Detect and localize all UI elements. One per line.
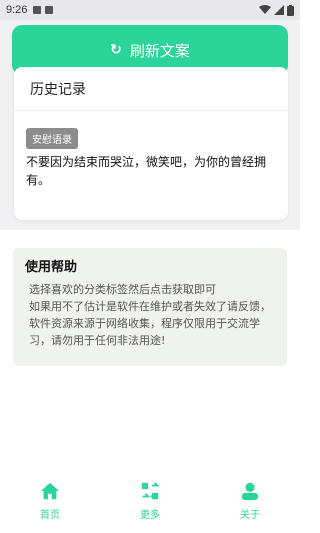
help-title: 使用帮助: [25, 260, 78, 275]
status-bar: 9:26: [0, 0, 300, 20]
help-line: 选择喜欢的分类标签然后点击获取即可: [29, 283, 216, 296]
history-card: 历史记录 安慰语录 不要因为结束而哭泣，微笑吧，为你的曾经拥有。: [14, 67, 288, 220]
nav-label-about: 关于: [240, 510, 260, 521]
help-line: 如果用不了估计是软件在维护或者失效了请反馈，软件资源来源于网络收集，程序仅限用于…: [29, 300, 271, 347]
nav-item-more[interactable]: 更多: [110, 480, 190, 521]
nav-label-more: 更多: [140, 510, 160, 521]
history-quote: 不要因为结束而哭泣，微笑吧，为你的曾经拥有。: [26, 155, 267, 187]
help-card: 使用帮助 选择喜欢的分类标签然后点击获取即可 如果用不了估计是软件在维护或者失效…: [13, 248, 287, 366]
about-icon: [241, 482, 259, 501]
system-icons: [259, 4, 294, 16]
home-icon: [40, 482, 60, 500]
more-icon: [141, 482, 160, 500]
category-tag[interactable]: 安慰语录: [26, 128, 78, 149]
help-text: 选择喜欢的分类标签然后点击获取即可 如果用不了估计是软件在维护或者失效了请反馈，…: [25, 281, 275, 349]
wifi-icon: [259, 5, 271, 14]
notification-icon: [45, 6, 54, 14]
nav-item-home[interactable]: 首页: [10, 480, 90, 521]
nav-item-about[interactable]: 关于: [210, 480, 290, 521]
notification-icon: [33, 6, 42, 14]
refresh-button-label: 刷新文案: [129, 41, 190, 60]
notification-icons: [33, 6, 54, 14]
refresh-icon: ↻: [110, 42, 122, 58]
history-title: 历史记录: [14, 67, 288, 111]
battery-icon: [287, 4, 294, 16]
signal-icon: [274, 5, 284, 15]
bottom-nav: 首页 更多 关于: [0, 480, 300, 533]
status-time: 9:26: [6, 4, 28, 16]
top-area: ↻ 刷新文案 历史记录 安慰语录 不要因为结束而哭泣，微笑吧，为你的曾经拥有。: [0, 20, 300, 230]
nav-label-home: 首页: [40, 510, 60, 521]
